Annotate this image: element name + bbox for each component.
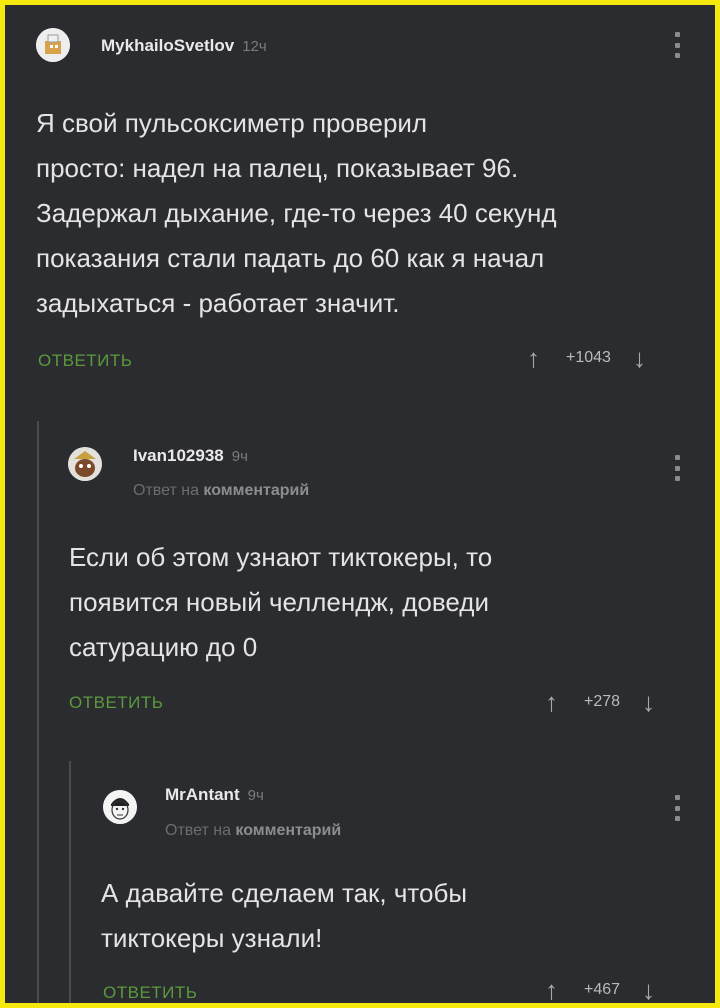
upvote-arrow-icon[interactable]: ↑ bbox=[527, 345, 540, 371]
comment-score: +1043 bbox=[566, 349, 611, 366]
thread-branch-line[interactable] bbox=[37, 421, 39, 1003]
avatar-image bbox=[36, 28, 70, 62]
comment-score: +278 bbox=[584, 693, 621, 710]
reply-button[interactable]: ОТВЕТИТЬ bbox=[38, 351, 132, 371]
reply-button[interactable]: ОТВЕТИТЬ bbox=[69, 693, 163, 713]
reply-to-prefix: Ответ на bbox=[133, 482, 199, 499]
comment-score: +467 bbox=[584, 981, 621, 998]
more-vertical-icon[interactable] bbox=[674, 795, 680, 821]
vote-controls: ↑ +278 ↓ bbox=[545, 689, 655, 715]
avatar[interactable] bbox=[68, 447, 102, 481]
upvote-arrow-icon[interactable]: ↑ bbox=[545, 689, 558, 715]
comments-thread: MykhailoSvetlov 12ч Я свой пульсоксиметр … bbox=[5, 5, 715, 1003]
comment-text: Я свой пульсоксиметр проверил просто: на… bbox=[36, 108, 557, 318]
author-name[interactable]: Ivan102938 9ч bbox=[133, 446, 248, 466]
comment-text: А давайте сделаем так, чтобы тиктокеры у… bbox=[101, 878, 468, 953]
comment-text: Если об этом узнают тиктокеры, то появит… bbox=[69, 542, 493, 662]
thread-branch-line[interactable] bbox=[69, 761, 71, 1003]
reply-to-link[interactable]: комментарий bbox=[203, 482, 309, 499]
comment-time: 9ч bbox=[231, 448, 248, 465]
reply-button[interactable]: ОТВЕТИТЬ bbox=[103, 983, 197, 1003]
author-name-text[interactable]: MrAntant bbox=[165, 785, 240, 804]
more-vertical-icon[interactable] bbox=[674, 32, 680, 58]
vote-controls: ↑ +1043 ↓ bbox=[527, 345, 646, 371]
author-name[interactable]: MrAntant 9ч bbox=[165, 785, 264, 805]
reply-to-label: Ответ на комментарий bbox=[133, 482, 309, 500]
reply-to-prefix: Ответ на bbox=[165, 822, 231, 839]
vote-controls: ↑ +467 ↓ bbox=[545, 977, 655, 1003]
author-name-text[interactable]: MykhailoSvetlov bbox=[101, 36, 234, 55]
reply-to-link[interactable]: комментарий bbox=[235, 822, 341, 839]
comment-time: 9ч bbox=[247, 787, 264, 804]
more-vertical-icon[interactable] bbox=[674, 455, 680, 481]
downvote-arrow-icon[interactable]: ↓ bbox=[633, 345, 646, 371]
avatar[interactable] bbox=[36, 28, 70, 62]
avatar-image bbox=[103, 790, 137, 824]
upvote-arrow-icon[interactable]: ↑ bbox=[545, 977, 558, 1003]
reply-to-label: Ответ на комментарий bbox=[165, 822, 341, 840]
avatar-image bbox=[68, 447, 102, 481]
downvote-arrow-icon[interactable]: ↓ bbox=[642, 689, 655, 715]
author-name[interactable]: MykhailoSvetlov 12ч bbox=[101, 36, 267, 56]
comment-time: 12ч bbox=[242, 38, 267, 55]
avatar[interactable] bbox=[103, 790, 137, 824]
downvote-arrow-icon[interactable]: ↓ bbox=[642, 977, 655, 1003]
author-name-text[interactable]: Ivan102938 bbox=[133, 446, 224, 465]
